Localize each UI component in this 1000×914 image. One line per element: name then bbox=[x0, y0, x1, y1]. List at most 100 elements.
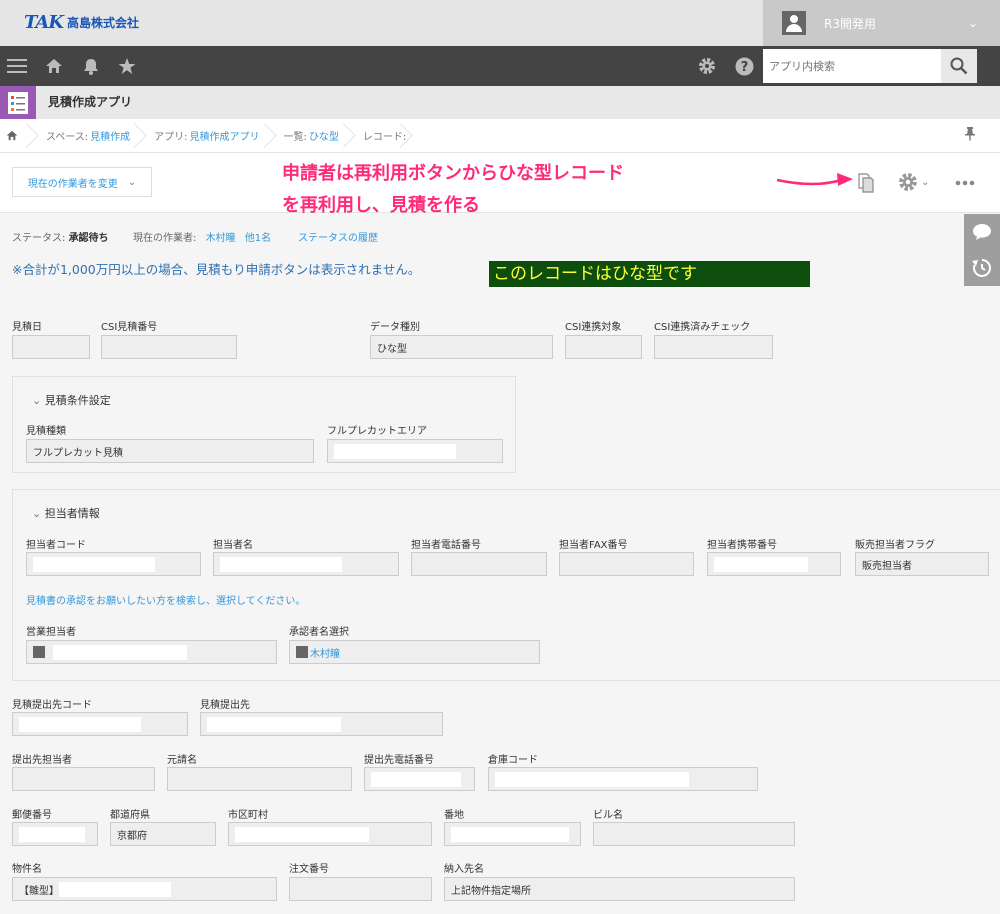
menu-icon[interactable] bbox=[2, 46, 32, 86]
annotation-line-1: 申請者は再利用ボタンからひな型レコード bbox=[282, 163, 624, 184]
breadcrumb-record-label: レコード: bbox=[362, 132, 407, 143]
notice-text: ※合計が1,000万円以上の場合、見積もり申請ボタンは表示されません。 bbox=[12, 262, 421, 277]
annotation-line-2: を再利用し、見積を作る bbox=[282, 195, 480, 216]
comment-icon[interactable] bbox=[972, 223, 992, 241]
breadcrumb-list-label: 一覧: bbox=[283, 132, 307, 143]
help-icon[interactable]: ? bbox=[729, 46, 759, 86]
dest-field bbox=[200, 712, 443, 736]
redacted-value bbox=[495, 771, 689, 787]
sales-person-label: 営業担当者 bbox=[26, 627, 76, 638]
staff-fax-label: 担当者FAX番号 bbox=[559, 540, 628, 551]
breadcrumb-record: レコード: bbox=[349, 119, 406, 153]
estimate-date-label: 見積日 bbox=[12, 322, 42, 333]
breadcrumb-home[interactable] bbox=[0, 119, 32, 153]
data-type-field: ひな型 bbox=[370, 335, 553, 359]
pin-icon[interactable] bbox=[964, 127, 976, 144]
breadcrumb-list[interactable]: 一覧: ひな型 bbox=[270, 119, 349, 153]
company-name: 高島株式会社 bbox=[67, 15, 140, 30]
breadcrumb: スペース: 見積作成 アプリ: 見積作成アプリ 一覧: ひな型 レコード: bbox=[0, 119, 1000, 153]
others-link[interactable]: 他1名 bbox=[245, 233, 271, 244]
address-field bbox=[444, 822, 581, 846]
dest-code-field bbox=[12, 712, 188, 736]
dest-person-label: 提出先担当者 bbox=[12, 755, 72, 766]
approver-search-hint: 見積書の承認をお願いしたい方を検索し、選択してください。 bbox=[26, 596, 306, 607]
app-name[interactable]: 見積作成アプリ bbox=[48, 86, 132, 119]
search-icon[interactable] bbox=[941, 49, 977, 83]
annotation-text: 申請者は再利用ボタンからひな型レコード を再利用し、見積を作る bbox=[282, 158, 802, 222]
precut-area-label: フルプレカットエリア bbox=[327, 426, 427, 437]
approver-label: 承認者名選択 bbox=[289, 627, 349, 638]
current-worker: 現在の作業者: 木村瞳 他1名 bbox=[133, 229, 271, 244]
breadcrumb-space-label: スペース: bbox=[46, 132, 89, 143]
user-menu[interactable]: R3開発用 ⌄ bbox=[763, 0, 1000, 46]
star-icon[interactable] bbox=[112, 46, 142, 86]
breadcrumb-list-link[interactable]: ひな型 bbox=[309, 128, 339, 143]
bell-icon[interactable] bbox=[76, 46, 106, 86]
breadcrumb-space[interactable]: スペース: 見積作成 bbox=[32, 119, 140, 153]
redacted-value bbox=[220, 556, 342, 572]
estimate-type-label: 見積種類 bbox=[26, 426, 66, 437]
dest-person-field bbox=[12, 767, 155, 791]
property-field: 【雛型】 bbox=[12, 877, 277, 901]
breadcrumb-app[interactable]: アプリ: 見積作成アプリ bbox=[140, 119, 269, 153]
approver-link[interactable]: 木村瞳 bbox=[310, 645, 340, 660]
redacted-value bbox=[371, 771, 461, 787]
order-no-label: 注文番号 bbox=[289, 864, 329, 875]
delivery-field: 上記物件指定場所 bbox=[444, 877, 795, 901]
user-icon bbox=[296, 646, 308, 658]
staff-group-title: 担当者情報 bbox=[44, 507, 100, 520]
redacted-value bbox=[19, 826, 85, 842]
breadcrumb-space-link[interactable]: 見積作成 bbox=[90, 128, 130, 143]
home-icon[interactable] bbox=[39, 46, 69, 86]
csi-check-label: CSI連携済みチェック bbox=[654, 322, 751, 333]
redacted-value bbox=[33, 556, 155, 572]
dest-phone-field bbox=[364, 767, 475, 791]
redacted-value bbox=[207, 716, 341, 732]
breadcrumb-app-link[interactable]: 見積作成アプリ bbox=[190, 128, 260, 143]
company-logo[interactable]: TAK 高島株式会社 bbox=[24, 10, 139, 34]
history-icon[interactable] bbox=[972, 258, 992, 278]
staff-group-toggle[interactable]: ⌄ 担当者情報 bbox=[32, 505, 100, 521]
change-assignee-label: 現在の作業者を変更 bbox=[27, 178, 118, 190]
sales-flag-label: 販売担当者フラグ bbox=[855, 540, 935, 551]
app-checklist-icon[interactable] bbox=[0, 86, 36, 119]
status-label: ステータス: 承認待ち bbox=[12, 229, 109, 244]
csi-target-label: CSI連携対象 bbox=[565, 322, 622, 333]
staff-code-field bbox=[26, 552, 201, 576]
logo-mark: TAK bbox=[24, 11, 64, 33]
property-label: 物件名 bbox=[12, 864, 42, 875]
prefecture-label: 都道府県 bbox=[110, 810, 150, 821]
building-label: ビル名 bbox=[593, 810, 623, 821]
current-worker-label: 現在の作業者: bbox=[133, 233, 197, 244]
staff-code-label: 担当者コード bbox=[26, 540, 86, 551]
redacted-value bbox=[334, 443, 456, 459]
warehouse-field bbox=[488, 767, 758, 791]
breadcrumb-app-label: アプリ: bbox=[154, 132, 188, 143]
chevron-down-icon: ⌄ bbox=[32, 507, 42, 520]
conditions-group-toggle[interactable]: ⌄ 見積条件設定 bbox=[32, 392, 111, 408]
staff-phone-label: 担当者電話番号 bbox=[411, 540, 481, 551]
status-label-text: ステータス: bbox=[12, 233, 66, 244]
gear-icon[interactable] bbox=[692, 46, 722, 86]
staff-name-field bbox=[213, 552, 399, 576]
gear-icon bbox=[899, 173, 917, 191]
record-settings-menu[interactable]: ⌄ bbox=[898, 172, 929, 192]
change-assignee-button[interactable]: 現在の作業者を変更 ⌄ bbox=[12, 167, 152, 197]
status-history-link[interactable]: ステータスの履歴 bbox=[298, 229, 378, 244]
current-worker-link[interactable]: 木村瞳 bbox=[206, 233, 236, 244]
csi-target-field bbox=[565, 335, 642, 359]
staff-fax-field bbox=[559, 552, 694, 576]
search-input[interactable] bbox=[763, 49, 941, 83]
annotation-arrow-icon bbox=[776, 173, 853, 186]
staff-name-label: 担当者名 bbox=[213, 540, 253, 551]
reuse-record-icon[interactable] bbox=[857, 173, 875, 196]
staff-mobile-label: 担当者携帯番号 bbox=[707, 540, 777, 551]
property-prefix: 【雛型】 bbox=[19, 885, 59, 897]
estimate-date-field bbox=[12, 335, 90, 359]
more-options-icon[interactable] bbox=[955, 176, 975, 189]
status-value: 承認待ち bbox=[68, 233, 109, 244]
csi-estimate-no-label: CSI見積番号 bbox=[101, 322, 158, 333]
redacted-value bbox=[714, 556, 808, 572]
user-avatar-icon bbox=[782, 11, 806, 35]
user-name: R3開発用 bbox=[824, 16, 876, 31]
